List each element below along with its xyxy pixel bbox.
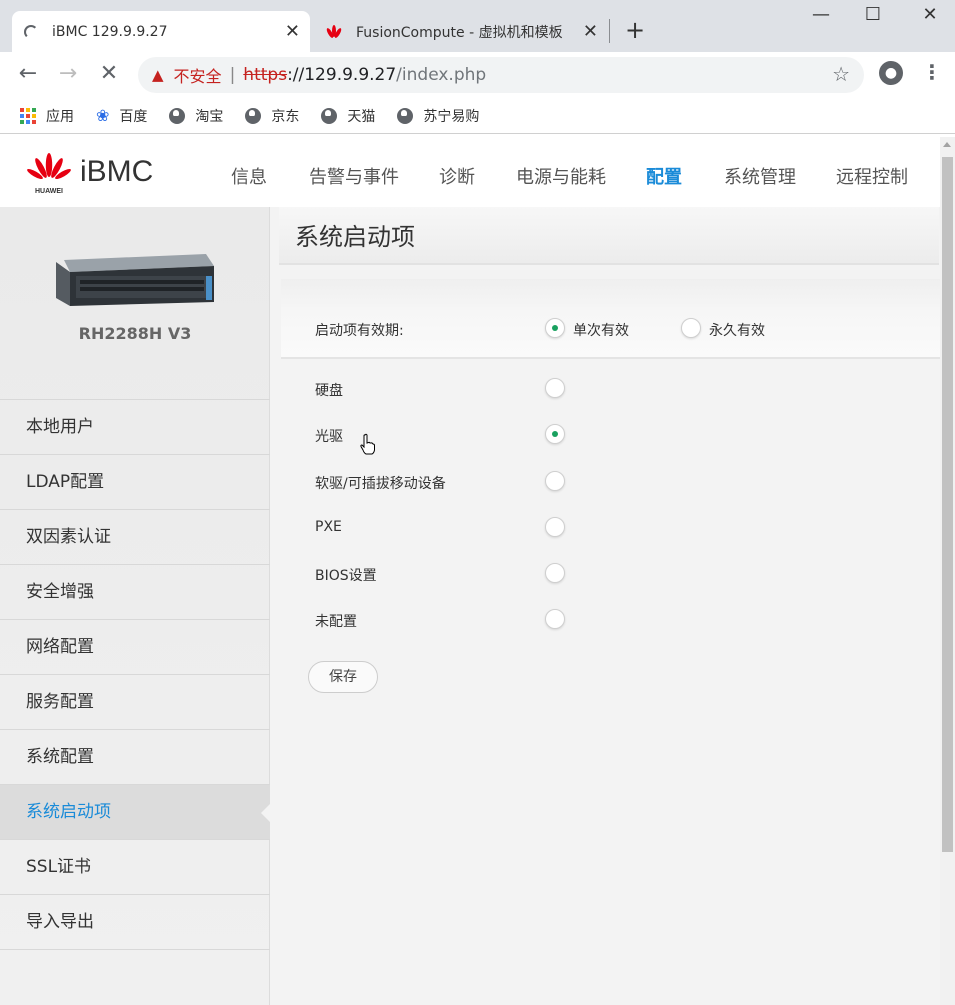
globe-icon [169,107,186,124]
radio-removable-device[interactable] [545,471,565,491]
nav-diagnostics[interactable]: 诊断 [439,163,475,189]
apps-grid-icon [20,107,36,124]
brand-name: iBMC [80,155,154,188]
sidebar-item-local-users[interactable]: 本地用户 [0,400,270,455]
validity-label: 启动项有效期: [315,323,404,339]
bookmark-label: 应用 [46,108,74,125]
bookmark-baidu[interactable]: ❀ 百度 [96,106,147,126]
maximize-button[interactable]: ☐ [858,4,888,25]
nav-alarms-events[interactable]: 告警与事件 [309,163,399,189]
bookmark-apps[interactable]: 应用 [20,106,74,126]
radio-unconfigured[interactable] [545,609,565,629]
radio-permanent[interactable] [681,318,701,338]
boot-device-label: PXE [315,519,342,535]
radio-optical-drive[interactable] [545,424,565,444]
nav-info[interactable]: 信息 [231,163,267,189]
sidebar-item-security-enhancement[interactable]: 安全增强 [0,565,270,620]
app-header: HUAWEI iBMC 信息 告警与事件 诊断 电源与能耗 配置 系统管理 远程… [0,137,940,207]
scroll-thumb[interactable] [942,157,953,852]
sidebar-item-boot-options[interactable]: 系统启动项 [0,785,271,840]
globe-icon [321,107,338,124]
nav-system-management[interactable]: 系统管理 [724,163,796,189]
boot-device-label: 未配置 [315,614,357,630]
url-scheme: https [243,65,288,85]
huawei-favicon-icon [326,24,342,38]
url-host: ://129.9.9.27 [287,65,397,85]
minimize-button[interactable]: — [806,4,836,25]
new-tab-button[interactable]: + [625,16,645,44]
tab-title: iBMC 129.9.9.27 [52,23,168,40]
bookmark-jd[interactable]: 京东 [245,106,299,126]
radio-permanent-label[interactable]: 永久有效 [709,320,765,340]
scroll-up-arrow-icon[interactable] [943,142,951,147]
boot-device-label: 硬盘 [315,383,343,399]
browser-tabstrip: iBMC 129.9.9.27 ✕ FusionCompute - 虚拟机和模板… [0,0,955,52]
sidebar-item-network[interactable]: 网络配置 [0,620,270,675]
huawei-logo-icon: HUAWEI [27,153,71,195]
warning-triangle-icon[interactable]: ▲ [152,66,164,84]
tab-close-icon[interactable]: ✕ [285,21,300,42]
sidebar-item-services[interactable]: 服务配置 [0,675,270,730]
page-title: 系统启动项 [295,223,415,251]
sidebar-item-ssl-certificate[interactable]: SSL证书 [0,840,270,895]
bookmark-taobao[interactable]: 淘宝 [169,106,223,126]
browser-menu-icon[interactable]: ⋮ [922,60,942,84]
server-model: RH2288H V3 [78,324,192,343]
radio-hard-disk[interactable] [545,378,565,398]
sidebar-item-import-export[interactable]: 导入导出 [0,895,270,950]
radio-pxe[interactable] [545,517,565,537]
radio-once-label[interactable]: 单次有效 [573,320,629,340]
hand-cursor-icon [360,433,375,455]
radio-once[interactable] [545,318,565,338]
page-scrollbar[interactable] [940,137,955,1005]
tab-fusioncompute[interactable]: FusionCompute - 虚拟机和模板 ✕ [320,11,608,52]
url-path: /index.php [396,65,487,85]
nav-configuration[interactable]: 配置 [646,163,682,189]
sidebar-item-two-factor-auth[interactable]: 双因素认证 [0,510,270,565]
forward-arrow-icon[interactable]: → [54,60,82,88]
tab-close-icon[interactable]: ✕ [583,21,598,42]
page-title-bar: 系统启动项 [279,207,939,265]
svg-text:HUAWEI: HUAWEI [35,188,63,195]
sidebar: RH2288H V3 本地用户 LDAP配置 双因素认证 安全增强 网络配置 服… [0,207,271,1005]
bookmark-label: 淘宝 [195,108,224,125]
boot-device-label: 软驱/可插拔移动设备 [315,476,446,492]
tab-separator [609,19,610,43]
sidebar-item-ldap[interactable]: LDAP配置 [0,455,270,510]
sidebar-menu: 本地用户 LDAP配置 双因素认证 安全增强 网络配置 服务配置 系统配置 系统… [0,399,271,950]
sidebar-item-system-config[interactable]: 系统配置 [0,730,270,785]
address-bar[interactable]: ▲ 不安全 | https://129.9.9.27/index.php ☆ [138,57,864,93]
stop-loading-icon[interactable]: ✕ [95,60,123,88]
nav-remote-control[interactable]: 远程控制 [836,163,908,189]
bookmark-star-icon[interactable]: ☆ [832,62,850,86]
bookmark-label: 京东 [271,108,300,125]
radio-bios-setup[interactable] [545,563,565,583]
browser-toolbar: ← → ✕ ▲ 不安全 | https://129.9.9.27/index.p… [0,52,955,98]
tab-title: FusionCompute - 虚拟机和模板 [356,24,563,41]
server-chassis-image [56,254,214,306]
save-button[interactable]: 保存 [308,661,378,693]
loading-spinner-icon [24,24,38,39]
tab-ibmc[interactable]: iBMC 129.9.9.27 ✕ [12,11,310,52]
security-label[interactable]: 不安全 [174,63,222,87]
bookmark-tmall[interactable]: 天猫 [321,106,375,126]
bookmark-label: 天猫 [347,108,376,125]
omnibox-divider: | [229,65,236,85]
main-content: 系统启动项 启动项有效期: 单次有效 永久有效 硬盘 光驱 软驱/可插拔移动设备… [271,207,940,1005]
globe-icon [397,107,414,124]
account-icon[interactable]: ● [879,61,903,85]
bookmark-suning[interactable]: 苏宁易购 [397,106,479,126]
globe-icon [245,107,262,124]
baidu-paw-icon: ❀ [96,106,110,125]
bookmark-label: 苏宁易购 [423,108,480,125]
boot-device-label: BIOS设置 [315,568,377,584]
nav-power[interactable]: 电源与能耗 [516,163,606,189]
boot-device-label: 光驱 [315,429,343,445]
bookmarks-bar: 应用 ❀ 百度 淘宝 京东 天猫 苏宁易购 [0,98,955,134]
close-window-button[interactable]: ✕ [915,4,945,25]
validity-band [281,279,940,359]
bookmark-label: 百度 [119,108,148,125]
page-viewport: HUAWEI iBMC 信息 告警与事件 诊断 电源与能耗 配置 系统管理 远程… [0,137,940,1005]
back-arrow-icon[interactable]: ← [14,60,42,88]
